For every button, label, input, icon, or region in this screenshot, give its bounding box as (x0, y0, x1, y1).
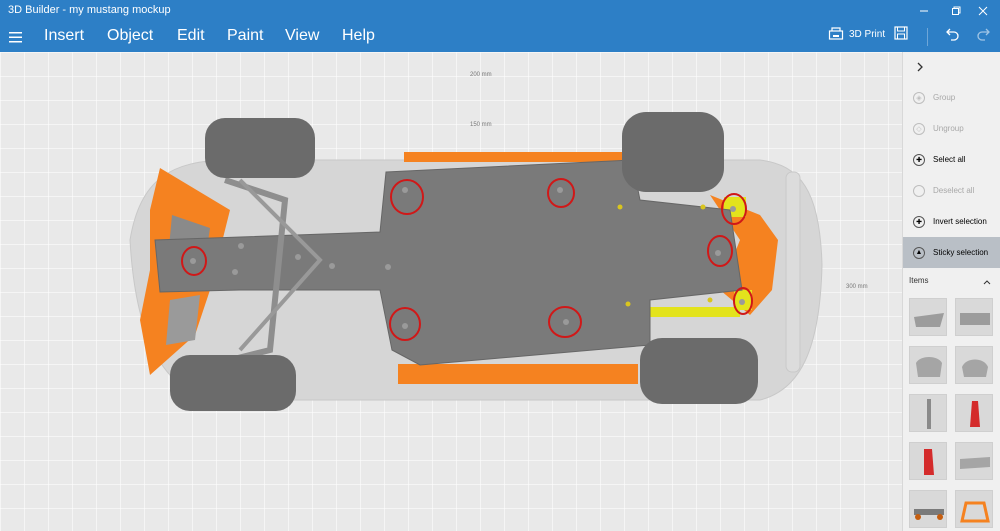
window-title: 3D Builder - my mustang mockup (8, 4, 171, 16)
deselect-all-icon (913, 184, 925, 197)
bolt (617, 204, 623, 210)
menu-help[interactable]: Help (342, 27, 375, 45)
orange-side-rail-bottom (398, 364, 638, 384)
part-thumbnail-icon (916, 357, 942, 377)
bolt (295, 254, 301, 260)
bolt (563, 319, 569, 325)
menu-view[interactable]: View (285, 27, 319, 45)
chevron-up-icon (983, 280, 991, 285)
ungroup-button[interactable]: ◇ Ungroup (903, 113, 1000, 144)
invert-selection-icon: ✚ (913, 215, 925, 228)
car-model[interactable] (0, 52, 902, 531)
part-thumbnail-icon (924, 449, 934, 475)
undo-icon (946, 28, 959, 41)
bolt (557, 187, 563, 193)
part-thumbnail-icon (962, 359, 988, 377)
save-icon (894, 26, 908, 40)
yellow-side-bar (650, 307, 740, 317)
bolt (739, 299, 745, 305)
group-label: Group (933, 93, 956, 102)
minimize-icon (920, 10, 928, 12)
save-button[interactable] (894, 26, 908, 40)
front-frame-grille (166, 295, 200, 345)
item-thumbnail[interactable] (909, 346, 947, 384)
bolt (730, 206, 736, 212)
sticky-selection-button[interactable]: ▲ Sticky selection (903, 237, 1000, 268)
hamburger-menu-icon[interactable] (8, 29, 24, 45)
close-button[interactable] (966, 0, 1000, 22)
sticky-selection-icon: ▲ (913, 246, 925, 259)
item-thumbnail[interactable] (909, 490, 947, 528)
item-thumbnail[interactable] (955, 298, 993, 336)
sticky-selection-label: Sticky selection (933, 248, 989, 257)
tire-rear-right (640, 338, 758, 404)
redo-icon (977, 28, 990, 41)
item-thumbnail[interactable] (955, 490, 993, 528)
undo-button[interactable] (945, 26, 961, 42)
3d-print-icon (828, 27, 844, 40)
tire-front-left (205, 118, 315, 178)
ungroup-icon: ◇ (913, 122, 925, 135)
item-thumbnail[interactable] (909, 394, 947, 432)
title-bar: 3D Builder - my mustang mockup (0, 0, 1000, 22)
toolbar-divider (927, 28, 928, 46)
3d-print-label: 3D Print (849, 28, 886, 40)
item-thumbnail[interactable] (909, 298, 947, 336)
part-thumbnail-icon (960, 313, 990, 325)
invert-selection-button[interactable]: ✚ Invert selection (903, 206, 1000, 237)
select-all-label: Select all (933, 155, 966, 164)
bolt (402, 187, 408, 193)
bolt (385, 264, 391, 270)
deselect-all-label: Deselect all (933, 186, 975, 195)
menu-insert[interactable]: Insert (44, 27, 84, 45)
group-icon: ◈ (913, 91, 925, 104)
deselect-all-button[interactable]: Deselect all (903, 175, 1000, 206)
item-thumbnail[interactable] (955, 346, 993, 384)
items-section-header[interactable]: Items (903, 270, 1000, 290)
bolt (238, 243, 244, 249)
item-thumbnail[interactable] (909, 442, 947, 480)
3d-print-button[interactable]: 3D Print (828, 26, 885, 42)
part-thumbnail-icon (960, 501, 990, 523)
menu-edit[interactable]: Edit (177, 27, 205, 45)
collapse-panel-button[interactable] (915, 60, 925, 78)
redo-button[interactable] (975, 26, 991, 42)
orange-side-rail-top (404, 152, 622, 162)
part-thumbnail-icon (914, 313, 944, 327)
selection-panel: ◈ Group ◇ Ungroup ✚ Select all Deselect … (902, 52, 1000, 531)
bolt (190, 258, 196, 264)
select-all-button[interactable]: ✚ Select all (903, 144, 1000, 175)
part-thumbnail-icon (927, 399, 931, 429)
item-thumbnail[interactable] (955, 442, 993, 480)
group-button[interactable]: ◈ Group (903, 82, 1000, 113)
select-all-icon: ✚ (913, 153, 925, 166)
invert-selection-label: Invert selection (933, 217, 987, 226)
menu-object[interactable]: Object (107, 27, 153, 45)
bolt (715, 250, 721, 256)
items-label: Items (909, 276, 929, 285)
chevron-right-icon (917, 62, 923, 72)
tire-rear-left (622, 112, 724, 192)
ungroup-label: Ungroup (933, 124, 964, 133)
bolt (707, 297, 713, 303)
app-window: 3D Builder - my mustang mockup Insert Ob… (0, 0, 1000, 531)
part-thumbnail-icon (914, 509, 944, 520)
bolt (329, 263, 335, 269)
part-thumbnail-icon (960, 457, 990, 469)
menu-paint[interactable]: Paint (227, 27, 263, 45)
tire-front-right (170, 355, 296, 411)
bolt (625, 301, 631, 307)
bolt (232, 269, 238, 275)
restore-icon (952, 6, 961, 15)
bolt (402, 323, 408, 329)
car-bumper-rear (785, 171, 801, 373)
3d-viewport[interactable]: 200 mm 150 mm 300 mm (0, 52, 902, 531)
part-thumbnail-icon (970, 401, 980, 427)
menu-bar: Insert Object Edit Paint View Help 3D Pr… (0, 22, 1000, 52)
item-thumbnail[interactable] (955, 394, 993, 432)
close-icon (978, 6, 988, 16)
bolt (700, 204, 706, 210)
